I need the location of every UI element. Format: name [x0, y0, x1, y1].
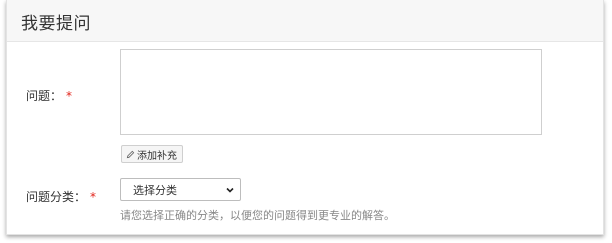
category-select[interactable]: 选择分类: [120, 178, 241, 201]
chevron-down-icon: [226, 187, 234, 193]
category-label-text: 问题分类：: [26, 190, 87, 204]
question-label-text: 问题：: [26, 89, 63, 103]
question-textarea[interactable]: [120, 49, 542, 135]
ask-question-panel: 我要提问 问题： * 添加补充 问题分类： * 选择分类 请您选择正确的分类，以便您…: [6, 0, 604, 235]
category-hint-text: 请您选择正确的分类，以便您的问题得到更专业的解答。: [120, 209, 395, 222]
category-selected-value: 选择分类: [133, 183, 177, 197]
add-supplement-label: 添加补充: [137, 150, 177, 162]
pencil-icon: [126, 150, 135, 158]
question-field-label: 问题： *: [26, 87, 72, 104]
required-asterisk: *: [66, 89, 73, 103]
page-title: 我要提问: [21, 14, 91, 34]
category-field-label: 问题分类： *: [26, 188, 96, 205]
panel-header: 我要提问: [7, 0, 603, 42]
add-supplement-button[interactable]: 添加补充: [121, 145, 183, 163]
required-asterisk: *: [90, 190, 97, 204]
